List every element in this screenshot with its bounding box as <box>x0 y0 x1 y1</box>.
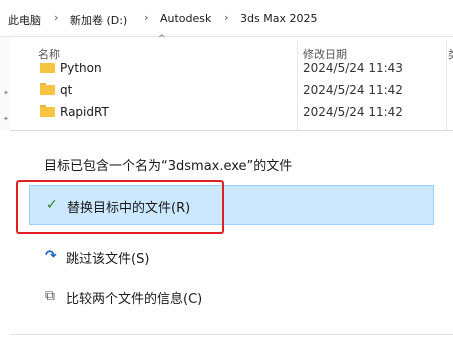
quick-access-gutter: ✦ ✦ <box>0 37 10 130</box>
breadcrumb: 此电脑 › 新加卷 (D:) › Autodesk › 3ds Max 2025 <box>0 0 453 37</box>
file-name: Python <box>60 63 102 75</box>
column-header-name[interactable]: 名称 <box>38 46 60 62</box>
breadcrumb-3dsmax-2025[interactable]: 3ds Max 2025 <box>240 12 317 25</box>
sort-ascending-icon: ^ <box>158 34 166 44</box>
breadcrumb-drive-d[interactable]: 新加卷 (D:) <box>70 12 127 28</box>
skip-file-option[interactable]: ↷ 跳过该文件(S) <box>29 237 434 277</box>
replace-or-skip-dialog: 目标已包含一个名为“3dsmax.exe”的文件 ✓ 替换目标中的文件(R) ↷… <box>10 130 453 345</box>
folder-icon <box>40 63 55 73</box>
file-date: 2024/5/24 11:43 <box>303 63 403 75</box>
file-date: 2024/5/24 11:42 <box>303 105 403 119</box>
divider <box>10 334 453 335</box>
chevron-right-icon: › <box>54 11 59 24</box>
file-date: 2024/5/24 11:42 <box>303 83 403 97</box>
pin-icon[interactable]: ✦ <box>3 115 9 123</box>
list-item[interactable]: RapidRT 2024/5/24 11:42 <box>10 101 446 123</box>
option-label: 跳过该文件(S) <box>66 252 150 267</box>
list-item[interactable]: Python 2024/5/24 11:43 <box>10 63 446 75</box>
chevron-right-icon: › <box>144 11 149 24</box>
option-label: 比较两个文件的信息(C) <box>66 292 203 307</box>
folder-icon <box>40 105 55 117</box>
column-divider[interactable] <box>446 40 447 130</box>
pin-icon[interactable]: ✦ <box>3 89 9 97</box>
skip-icon: ↷ <box>45 248 57 264</box>
compare-icon: ⧉ <box>45 288 55 304</box>
highlight-annotation-box <box>16 180 224 234</box>
breadcrumb-autodesk[interactable]: Autodesk <box>160 12 211 25</box>
file-name: RapidRT <box>60 105 109 119</box>
list-item[interactable]: qt 2024/5/24 11:42 <box>10 79 446 101</box>
folder-icon <box>40 83 55 95</box>
file-name: qt <box>60 83 73 97</box>
column-header-modified[interactable]: 修改日期 <box>303 46 347 62</box>
chevron-right-icon: › <box>224 11 229 24</box>
column-header-type[interactable]: 类 <box>448 46 453 62</box>
breadcrumb-this-pc[interactable]: 此电脑 <box>8 12 41 28</box>
dialog-title: 目标已包含一个名为“3dsmax.exe”的文件 <box>44 159 293 174</box>
compare-files-option[interactable]: ⧉ 比较两个文件的信息(C) <box>29 277 434 317</box>
